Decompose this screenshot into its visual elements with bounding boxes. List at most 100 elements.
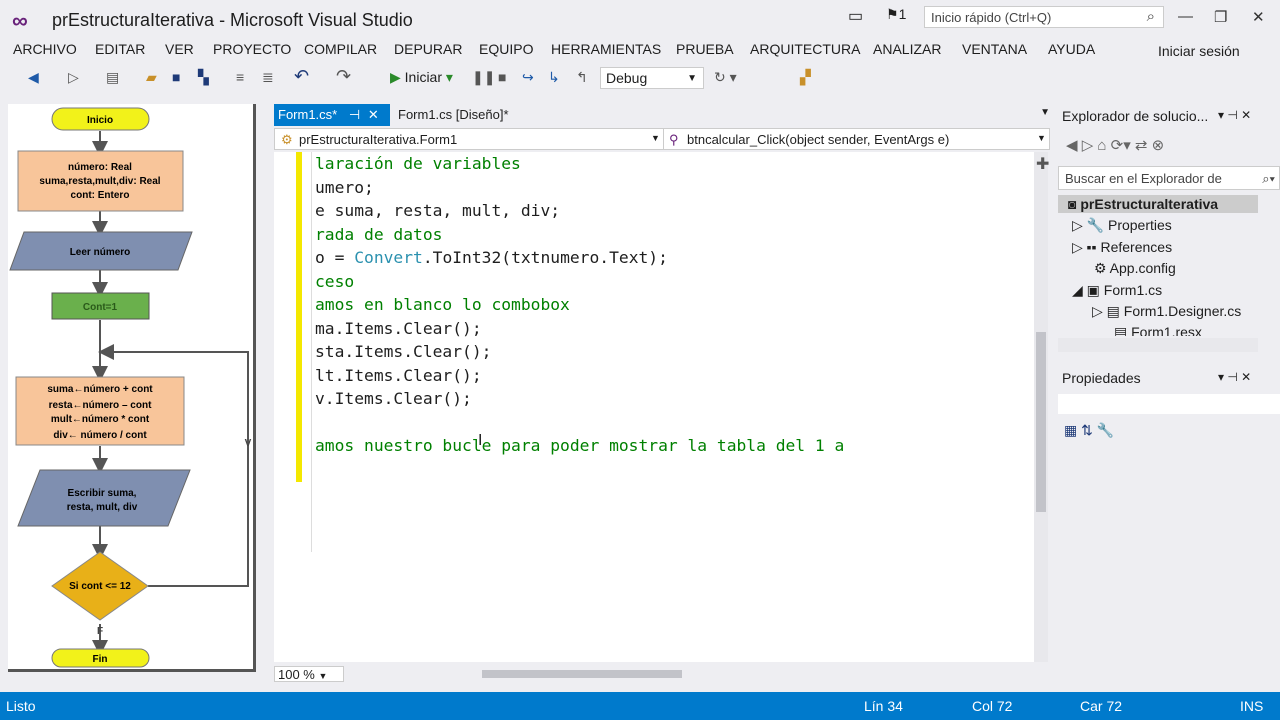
restore-button[interactable]: ❐ — [1214, 8, 1227, 26]
forward-icon[interactable]: ▷ — [68, 69, 79, 86]
zoom-value: 100 % — [278, 667, 315, 682]
close-button[interactable]: ✕ — [1252, 8, 1265, 26]
save-icon[interactable]: ■ — [172, 69, 180, 85]
code-line[interactable]: v.Items.Clear(); — [315, 389, 472, 408]
step-out-icon[interactable]: ↰ — [576, 69, 588, 86]
pin-icon[interactable]: ⊣ — [349, 107, 360, 122]
changed-lines-marker — [296, 152, 302, 482]
window-title: prEstructuraIterativa - Microsoft Visual… — [52, 10, 413, 30]
solution-toolbar-icons[interactable]: ◀ ▷ ⌂ ⟳▾ ⇄ ⊗ — [1066, 136, 1164, 154]
tree-item-form1-designer[interactable]: ▷ ▤ Form1.Designer.cs — [1092, 303, 1241, 320]
code-line[interactable]: sta.Items.Clear(); — [315, 342, 491, 361]
flow-read: Leer número — [70, 247, 131, 258]
code-line[interactable]: ceso — [315, 272, 354, 291]
menu-proyecto[interactable]: PROYECTO — [213, 41, 291, 57]
tree-item-app-config[interactable]: ⚙ App.config — [1094, 260, 1176, 277]
back-icon[interactable]: ◀ — [28, 69, 39, 86]
hscroll-thumb[interactable] — [482, 670, 682, 678]
status-bar: Listo Lín 34 Col 72 Car 72 INS — [0, 692, 1280, 720]
step-over-icon[interactable]: ↪ — [522, 69, 534, 86]
uncomment-icon[interactable]: ≣ — [262, 69, 274, 86]
visual-studio-logo-icon: ∞ — [12, 8, 28, 33]
tree-item-references[interactable]: ▷ ▪▪ References — [1072, 239, 1172, 256]
redo-icon[interactable]: ↷ — [336, 66, 351, 87]
step-into-icon[interactable]: ↳ — [548, 69, 560, 86]
split-icon[interactable]: ✚ — [1036, 154, 1049, 174]
navigation-bar: ⚙ prEstructuraIterativa.Form1 ▼ ⚲ btncal… — [274, 128, 1050, 150]
code-line[interactable]: umero; — [315, 178, 374, 197]
object-selector[interactable] — [1058, 394, 1280, 414]
code-editor[interactable]: laración de variables umero; e suma, resta… — [274, 152, 1034, 662]
menu-analizar[interactable]: ANALIZAR — [873, 41, 941, 57]
menu-ayuda[interactable]: AYUDA — [1048, 41, 1095, 57]
code-line[interactable]: o = Convert.ToInt32(txtnumero.Text); — [315, 248, 668, 267]
tree-item-form1[interactable]: ◢ ▣ Form1.cs — [1072, 282, 1162, 299]
code-line[interactable]: amos en blanco lo combobox — [315, 295, 570, 314]
vertical-scrollbar[interactable] — [1034, 152, 1048, 662]
code-line[interactable]: lt.Items.Clear(); — [315, 366, 482, 385]
scrollbar-thumb[interactable] — [1036, 332, 1046, 512]
solution-hscrollbar[interactable] — [1058, 338, 1258, 352]
tab-form1-cs[interactable]: Form1.cs* ⊣ ✕ — [274, 104, 390, 126]
find-icon[interactable]: ▞ — [800, 69, 811, 86]
tab-form1-design[interactable]: Form1.cs [Diseño]* — [394, 104, 513, 126]
code-line[interactable]: ma.Items.Clear(); — [315, 319, 482, 338]
menu-compilar[interactable]: COMPILAR — [304, 41, 377, 57]
feedback-icon[interactable]: ▭ — [848, 6, 863, 26]
panel-controls-icon[interactable]: ▾ ⊣ ✕ — [1218, 108, 1251, 122]
code-token: amos nuestro bucle para poder mostrar la… — [315, 436, 845, 455]
solution-search-input[interactable]: Buscar en el Explorador de ⌕▾ — [1058, 166, 1280, 190]
quick-launch-placeholder: Inicio rápido (Ctrl+Q) — [931, 10, 1052, 25]
tab-dropdown-icon[interactable]: ▼ — [1040, 107, 1050, 118]
panel-controls-icon[interactable]: ▾ ⊣ ✕ — [1218, 370, 1251, 384]
sign-in-link[interactable]: Iniciar sesión — [1158, 43, 1240, 59]
search-icon: ⌕▾ — [1262, 171, 1275, 186]
menu-prueba[interactable]: PRUEBA — [676, 41, 734, 57]
quick-launch-input[interactable]: Inicio rápido (Ctrl+Q) ⌕ — [924, 6, 1164, 28]
flow-end: Fin — [93, 654, 108, 665]
tree-item-properties[interactable]: ▷ 🔧 Properties — [1072, 217, 1172, 234]
close-tab-icon[interactable]: ✕ — [368, 107, 379, 122]
comment-icon[interactable]: ≡ — [236, 69, 244, 85]
solution-explorer-title: Explorador de solucio... — [1062, 108, 1209, 124]
undo-icon[interactable]: ↶ — [294, 66, 309, 87]
class-dropdown[interactable]: prEstructuraIterativa.Form1 — [299, 132, 457, 147]
menu-ver[interactable]: VER — [165, 41, 194, 57]
code-line[interactable]: laración de variables — [315, 154, 521, 173]
minimize-button[interactable]: — — [1178, 8, 1193, 25]
new-project-icon[interactable]: ▤ — [106, 69, 119, 86]
open-file-icon[interactable]: ▰ — [146, 69, 157, 86]
menu-ventana[interactable]: VENTANA — [962, 41, 1027, 57]
chevron-down-icon: ▼ — [651, 133, 660, 143]
notifications-count: 1 — [898, 6, 907, 22]
code-line[interactable]: rada de datos — [315, 225, 442, 244]
menu-herramientas[interactable]: HERRAMIENTAS — [551, 41, 661, 57]
notifications-button[interactable]: ⚑1 — [886, 6, 906, 23]
zoom-select[interactable]: 100 % ▼ — [274, 666, 344, 682]
menu-arquitectura[interactable]: ARQUITECTURA — [750, 41, 860, 57]
refresh-icon[interactable]: ↻ ▾ — [714, 69, 737, 86]
stop-icon[interactable]: ■ — [498, 69, 506, 85]
status-char: Car 72 — [1080, 698, 1123, 714]
properties-toolbar-icons[interactable]: ▦ ⇅ 🔧 — [1064, 422, 1114, 439]
code-line[interactable]: amos nuestro bucle para poder mostrar la… — [315, 436, 844, 455]
horizontal-scrollbar[interactable] — [274, 664, 1050, 684]
code-token: lt.Items.Clear(); — [315, 365, 482, 385]
code-token: v.Items.Clear(); — [315, 389, 472, 408]
configuration-select[interactable]: Debug ▼ — [600, 67, 704, 89]
menu-equipo[interactable]: EQUIPO — [479, 41, 533, 57]
menu-depurar[interactable]: DEPURAR — [394, 41, 462, 57]
tree-item-project[interactable]: ◙ prEstructuralterativa — [1068, 196, 1218, 212]
tree-item-form1-resx[interactable]: ▤ Form1.resx — [1114, 324, 1202, 336]
save-all-icon[interactable]: ▚ — [198, 69, 209, 86]
flow-true-label: V — [245, 438, 252, 449]
code-line[interactable]: e suma, resta, mult, div; — [315, 201, 560, 220]
flow-process-3: mult←número * cont — [51, 414, 150, 425]
menu-editar[interactable]: EDITAR — [95, 41, 145, 57]
flow-init: Cont=1 — [83, 302, 118, 313]
member-dropdown[interactable]: btncalcular_Click(object sender, EventAr… — [687, 132, 949, 147]
start-button[interactable]: ▶ Iniciar ▾ — [390, 69, 453, 86]
pause-icon[interactable]: ❚❚ — [472, 69, 495, 86]
status-col: Col 72 — [972, 698, 1013, 714]
menu-archivo[interactable]: ARCHIVO — [13, 41, 77, 57]
